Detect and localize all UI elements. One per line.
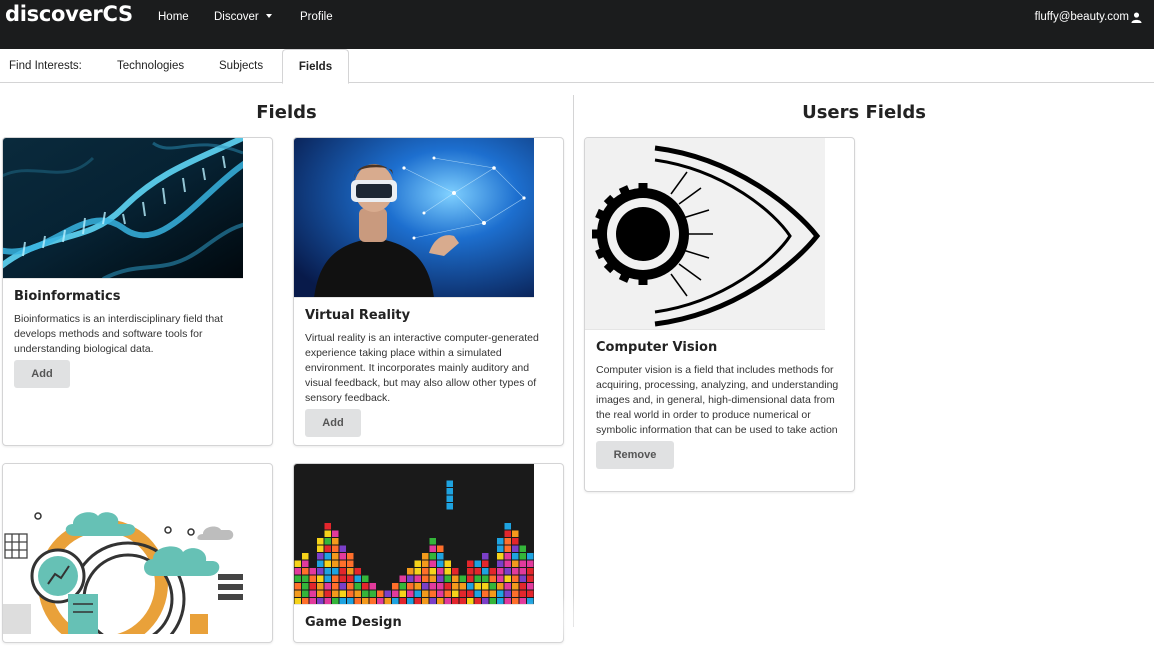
- find-interests-label: Find Interests:: [9, 60, 82, 72]
- nav-home-link[interactable]: Home: [158, 11, 189, 23]
- user-field-card-computer-vision: Computer Vision Computer vision is a fie…: [584, 137, 855, 492]
- bioinformatics-image: [3, 138, 243, 279]
- column-divider: [573, 95, 574, 627]
- game-design-image: [294, 464, 534, 605]
- data-illustration-image: [3, 464, 243, 634]
- card-title: Virtual Reality: [305, 308, 411, 323]
- nav-discover-label: Discover: [214, 11, 259, 23]
- add-virtual-reality-button[interactable]: Add: [305, 409, 361, 437]
- card-title: Bioinformatics: [14, 289, 121, 304]
- user-menu[interactable]: fluffy@beauty.com: [1035, 11, 1142, 23]
- tab-subjects[interactable]: Subjects: [219, 49, 263, 83]
- field-card-virtual-reality: Virtual Reality Virtual reality is an in…: [293, 137, 564, 446]
- add-bioinformatics-button[interactable]: Add: [14, 360, 70, 388]
- nav-profile-link[interactable]: Profile: [300, 11, 333, 23]
- field-card-data-science: [2, 463, 273, 643]
- tab-fields[interactable]: Fields: [282, 49, 349, 84]
- remove-computer-vision-button[interactable]: Remove: [596, 441, 674, 469]
- user-icon: [1131, 11, 1142, 23]
- card-title: Computer Vision: [596, 340, 718, 355]
- card-description: Virtual reality is an interactive comput…: [305, 332, 539, 404]
- interest-tabs: Find Interests: Technologies Subjects Fi…: [0, 49, 1154, 84]
- field-card-bioinformatics: Bioinformatics Bioinformatics is an inte…: [2, 137, 273, 446]
- fields-heading: Fields: [256, 102, 317, 123]
- user-email: fluffy@beauty.com: [1034, 11, 1129, 23]
- card-description: Bioinformatics is an interdisciplinary f…: [14, 313, 223, 355]
- chevron-down-icon: [265, 13, 272, 18]
- brand-logo[interactable]: discoverCS: [5, 2, 133, 26]
- card-title: Game Design: [305, 615, 402, 630]
- tab-technologies[interactable]: Technologies: [117, 49, 184, 83]
- virtual-reality-image: [294, 138, 534, 298]
- users-fields-heading: Users Fields: [802, 102, 926, 123]
- top-navbar: discoverCS Home Discover Profile fluffy@…: [0, 0, 1154, 49]
- nav-discover-dropdown[interactable]: Discover: [214, 11, 272, 23]
- computer-vision-image: [585, 138, 825, 330]
- card-description: Computer vision is a field that includes…: [596, 364, 839, 436]
- field-card-game-design: Game Design: [293, 463, 564, 643]
